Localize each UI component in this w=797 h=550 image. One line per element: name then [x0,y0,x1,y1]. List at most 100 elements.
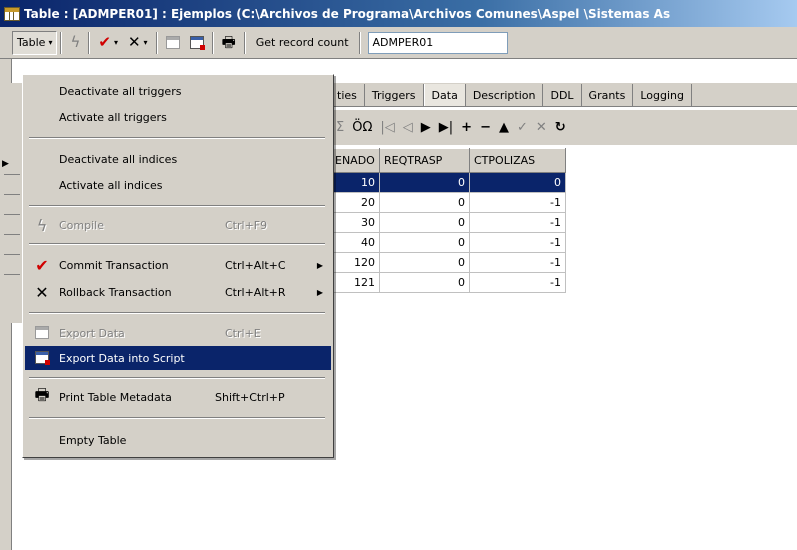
insert-record-icon[interactable]: + [461,120,472,135]
commit-button[interactable]: ✔ ▾ [93,31,123,55]
menu-item-commit-transaction[interactable]: ✔ Commit Transaction Ctrl+Alt+C ▶ [25,253,331,277]
compile-icon: ϟ [36,215,48,235]
menu-item-shortcut: Ctrl+Alt+C [225,258,286,272]
table-cell[interactable]: -1 [469,272,566,293]
table-cell[interactable]: 0 [469,172,566,193]
table-row[interactable]: 120 0 -1 [330,252,566,273]
menu-item-empty-table[interactable]: Empty Table [25,428,331,452]
compile-button[interactable]: ϟ [65,31,85,55]
window-title: Table : [ADMPER01] : Ejemplos (C:\Archiv… [24,6,671,21]
tab-description[interactable]: Description [466,84,544,106]
chevron-down-icon: ▾ [143,38,148,47]
prior-record-icon[interactable]: ◁ [403,120,413,135]
table-cell[interactable]: 0 [379,252,470,273]
column-header[interactable]: REQTRASP [379,148,470,173]
toolbar: Table ▾ ϟ ✔ ▾ ✕ ▾ 🖶 Get record count ADM… [0,27,797,59]
first-record-icon[interactable]: |◁ [380,120,394,135]
menu-item-activate-indices[interactable]: Activate all indices [25,173,331,197]
menu-item-print-table-metadata[interactable]: 🖶 Print Table Metadata Shift+Ctrl+P [25,385,331,409]
checkmark-icon: ✔ [35,255,49,275]
window-title-bar[interactable]: Table : [ADMPER01] : Ejemplos (C:\Archiv… [0,0,797,27]
tab-logging[interactable]: Logging [633,84,692,106]
menu-item-export-data[interactable]: Export Data Ctrl+E [25,321,331,345]
cross-icon: ✕ [35,282,49,302]
table-dropdown-menu: Deactivate all triggers Activate all tri… [22,74,334,458]
table-cell[interactable]: 121 [330,272,380,293]
export-data-icon [165,36,180,49]
table-row[interactable]: 10 0 0 [330,172,566,193]
submenu-arrow-icon: ▶ [316,287,323,297]
table-cell[interactable]: -1 [469,232,566,253]
toolbar-separator [358,31,361,54]
menu-separator [29,205,325,207]
table-cell[interactable]: 10 [330,172,380,193]
get-record-count-button[interactable]: Get record count [249,31,356,55]
table-cell[interactable]: 40 [330,232,380,253]
table-cell[interactable]: 30 [330,212,380,233]
rollback-button[interactable]: ✕ ▾ [123,31,153,55]
column-header[interactable]: CTPOLIZAS [469,148,566,173]
export-data-icon [33,324,51,343]
tab-properties[interactable]: ties [330,84,365,106]
compile-icon: ϟ [70,33,81,51]
print-button[interactable]: 🖶 [217,31,241,55]
table-row[interactable]: 40 0 -1 [330,232,566,253]
refresh-icon[interactable]: ↻ [555,120,566,135]
menu-item-activate-triggers[interactable]: Activate all triggers [25,105,331,129]
table-row[interactable]: 121 0 -1 [330,272,566,293]
tab-ddl[interactable]: DDL [543,84,582,106]
post-edit-icon[interactable]: ✓ [517,120,528,135]
filter-button[interactable]: ÖΩ [352,120,372,135]
toolbar-separator [88,31,91,54]
menu-item-label: Activate all indices [59,178,163,192]
menu-item-label: Compile [59,218,104,232]
table-row[interactable]: 20 0 -1 [330,192,566,213]
table-cell[interactable]: -1 [469,252,566,273]
table-cell[interactable]: 0 [379,172,470,193]
export-script-button[interactable] [185,31,209,55]
printer-icon: 🖶 [34,384,50,404]
toolbar-separator [155,31,158,54]
menu-item-label: Print Table Metadata [59,390,172,404]
menu-item-label: Export Data into Script [59,351,185,365]
menu-item-deactivate-triggers[interactable]: Deactivate all triggers [25,79,331,103]
table-cell[interactable]: 0 [379,272,470,293]
tab-data[interactable]: Data [423,84,466,106]
table-menu-button[interactable]: Table ▾ [12,30,58,55]
table-row[interactable]: 30 0 -1 [330,212,566,233]
column-header[interactable]: ENADO [330,148,380,173]
menu-item-rollback-transaction[interactable]: ✕ Rollback Transaction Ctrl+Alt+R ▶ [25,280,331,304]
row-indicator [4,215,20,235]
table-name-field[interactable]: ADMPER01 [367,31,508,54]
table-cell[interactable]: 0 [379,232,470,253]
table-cell[interactable]: 0 [379,212,470,233]
delete-record-icon[interactable]: − [480,120,491,135]
tab-triggers[interactable]: Triggers [365,84,424,106]
table-cell[interactable]: -1 [469,192,566,213]
data-navigator: Σ ÖΩ |◁ ◁ ▶ ▶| + − ▲ ✓ ✕ ↻ [330,110,797,145]
data-grid: ENADO REQTRASP CTPOLIZAS 10 0 0 20 0 -1 … [330,148,566,293]
menu-separator [29,417,325,419]
export-script-icon [189,36,205,50]
next-record-icon[interactable]: ▶ [421,120,431,135]
menu-item-shortcut: Ctrl+F9 [225,218,268,232]
menu-item-compile[interactable]: ϟ Compile Ctrl+F9 [25,213,331,237]
menu-item-shortcut: Ctrl+E [225,326,261,340]
submenu-arrow-icon: ▶ [316,260,323,270]
table-cell[interactable]: 120 [330,252,380,273]
table-cell[interactable]: -1 [469,212,566,233]
sigma-icon: Σ [336,120,345,135]
menu-item-label: Empty Table [59,433,127,447]
table-cell[interactable]: 0 [379,192,470,213]
menu-item-label: Deactivate all indices [59,152,178,166]
table-cell[interactable]: 20 [330,192,380,213]
cancel-edit-icon[interactable]: ✕ [536,120,547,135]
menu-item-shortcut: Shift+Ctrl+P [215,390,285,404]
export-data-button[interactable] [161,31,185,55]
menu-item-deactivate-indices[interactable]: Deactivate all indices [25,147,331,171]
menu-item-export-data-into-script[interactable]: Export Data into Script [25,346,331,370]
edit-record-icon[interactable]: ▲ [499,120,509,135]
tab-grants[interactable]: Grants [582,84,634,106]
last-record-icon[interactable]: ▶| [439,120,453,135]
table-menu-label: Table [17,36,46,49]
